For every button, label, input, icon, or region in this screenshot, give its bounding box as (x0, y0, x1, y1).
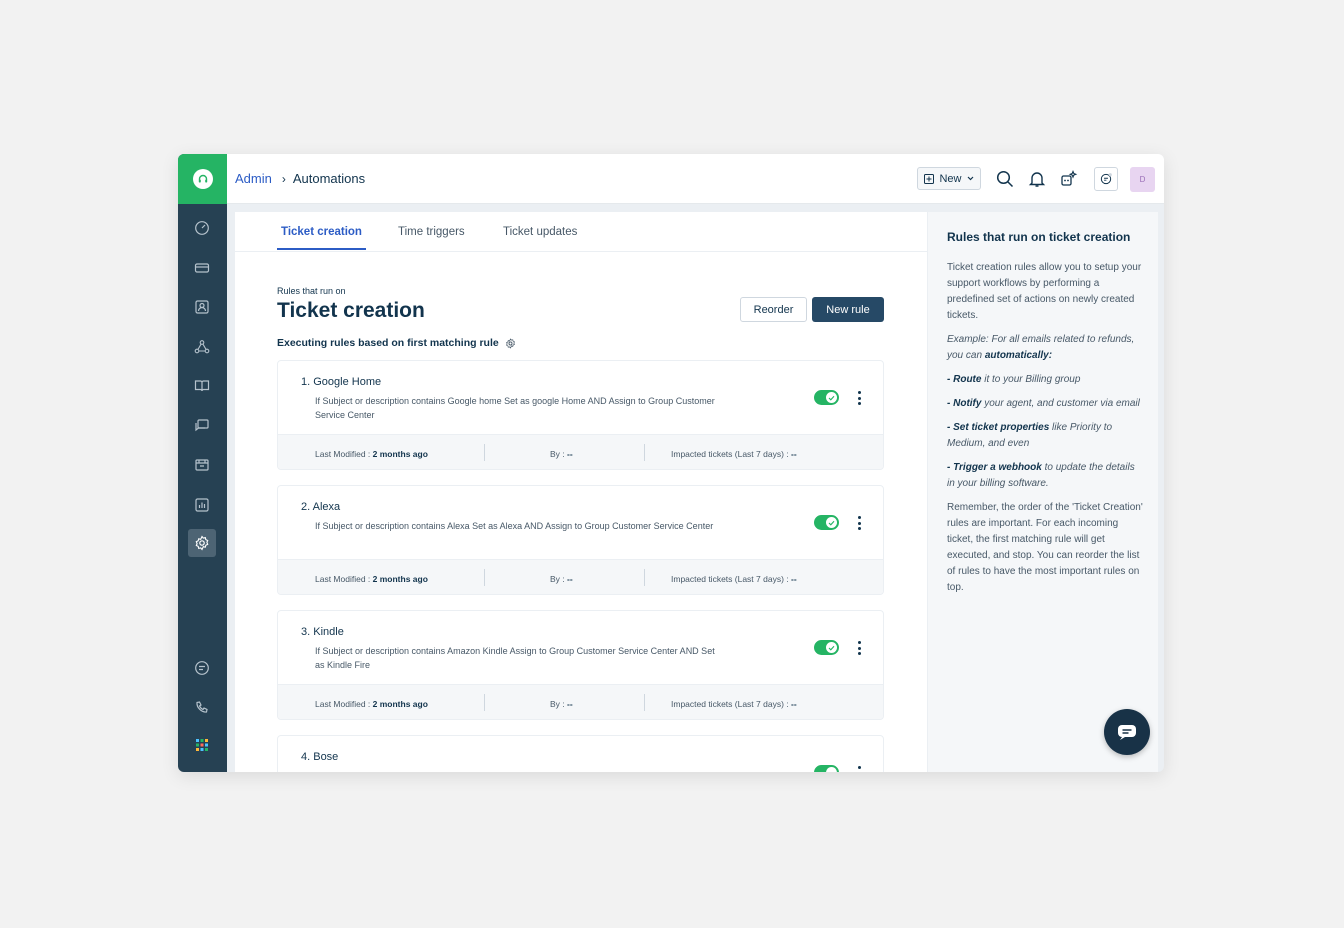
apps-grid-icon[interactable] (188, 731, 216, 759)
help-intro: Ticket creation rules allow you to setup… (947, 262, 1142, 321)
new-rule-button[interactable]: New rule (812, 297, 884, 322)
rule-title[interactable]: 2. Alexa (301, 501, 340, 513)
tab-bar: Ticket creation Time triggers Ticket upd… (235, 212, 927, 252)
tab-ticket-creation[interactable]: Ticket creation (277, 226, 366, 250)
assets-icon[interactable] (188, 451, 216, 479)
new-button-label: New (939, 172, 962, 185)
page-subtitle: Rules that run on (277, 286, 346, 296)
rule-title[interactable]: 1. Google Home (301, 376, 381, 388)
app-logo[interactable] (178, 154, 227, 204)
headset-icon (192, 169, 213, 189)
rule-footer: Last Modified : 2 months ago By : -- Imp… (278, 559, 883, 594)
rule-enabled-toggle[interactable] (814, 390, 839, 405)
impacted-tickets: Impacted tickets (Last 7 days) : -- (671, 449, 797, 459)
reorder-button[interactable]: Reorder (740, 297, 807, 322)
last-modified: Last Modified : 2 months ago (315, 574, 428, 584)
knowledge-base-icon[interactable] (188, 372, 216, 400)
execution-mode-label: Executing rules based on first matching … (277, 337, 516, 349)
breadcrumb-admin-link[interactable]: Admin (235, 171, 272, 186)
ai-sparkle-icon[interactable] (1058, 168, 1080, 190)
help-example: Example: For all emails related to refun… (947, 334, 1135, 361)
help-panel-body: Ticket creation rules allow you to setup… (947, 260, 1143, 604)
plus-box-icon (924, 173, 935, 184)
sidebar (178, 154, 227, 772)
check-icon (826, 517, 837, 528)
help-panel: Rules that run on ticket creation Ticket… (927, 212, 1158, 772)
rule-card[interactable]: 4. Bose (277, 735, 884, 772)
rule-card[interactable]: 3. Kindle If Subject or description cont… (277, 610, 884, 720)
chat-widget-button[interactable] (1104, 709, 1150, 755)
help-panel-title: Rules that run on ticket creation (947, 230, 1131, 244)
check-icon (826, 392, 837, 403)
modified-by: By : -- (550, 574, 573, 584)
tickets-icon[interactable] (188, 254, 216, 282)
groups-icon[interactable] (188, 333, 216, 361)
last-modified: Last Modified : 2 months ago (315, 699, 428, 709)
conversations-icon[interactable] (188, 412, 216, 440)
modified-by: By : -- (550, 449, 573, 459)
breadcrumb-current: Automations (292, 171, 366, 186)
help-item-webhook: - Trigger a webhook to update the detail… (947, 462, 1135, 489)
search-icon[interactable] (994, 168, 1016, 190)
rule-footer: Last Modified : 2 months ago By : -- Imp… (278, 434, 883, 469)
breadcrumb: Admin › Automations (235, 171, 365, 186)
team-chat-icon[interactable] (188, 654, 216, 682)
rule-enabled-toggle[interactable] (814, 765, 839, 772)
help-item-route: - Route it to your Billing group (947, 374, 1081, 385)
impacted-tickets: Impacted tickets (Last 7 days) : -- (671, 699, 797, 709)
rule-footer: Last Modified : 2 months ago By : -- Imp… (278, 684, 883, 719)
notification-bell-icon[interactable] (1026, 168, 1048, 190)
help-item-notify: - Notify your agent, and customer via em… (947, 398, 1140, 409)
dashboard-icon[interactable] (188, 214, 216, 242)
chat-bubble-icon (1118, 725, 1136, 740)
check-icon (826, 642, 837, 653)
main-content: Ticket creation Time triggers Ticket upd… (235, 212, 927, 772)
rule-enabled-toggle[interactable] (814, 640, 839, 655)
rule-description: If Subject or description contains Amazo… (315, 646, 715, 670)
admin-settings-icon[interactable] (188, 529, 216, 557)
more-options-icon[interactable] (854, 390, 864, 406)
breadcrumb-separator: › (281, 171, 286, 186)
tab-ticket-updates[interactable]: Ticket updates (503, 226, 577, 248)
chevron-down-icon (967, 176, 973, 181)
contacts-icon[interactable] (188, 293, 216, 321)
rule-description: If Subject or description contains Googl… (315, 396, 715, 420)
modified-by: By : -- (550, 699, 573, 709)
execution-mode-text: Executing rules based on first matching … (277, 337, 499, 349)
help-closing: Remember, the order of the 'Ticket Creat… (947, 502, 1143, 593)
tab-time-triggers[interactable]: Time triggers (398, 226, 465, 248)
settings-gear-icon[interactable] (505, 337, 516, 349)
rule-card[interactable]: 2. Alexa If Subject or description conta… (277, 485, 884, 595)
check-icon (826, 767, 837, 772)
last-modified: Last Modified : 2 months ago (315, 449, 428, 459)
more-options-icon[interactable] (854, 765, 864, 772)
page-title: Ticket creation (277, 299, 425, 322)
rule-title[interactable]: 3. Kindle (301, 626, 344, 638)
rule-enabled-toggle[interactable] (814, 515, 839, 530)
more-options-icon[interactable] (854, 640, 864, 656)
reports-icon[interactable] (188, 491, 216, 519)
rule-description: If Subject or description contains Alexa… (315, 521, 714, 531)
app-window: Admin › Automations New D Ticket creatio… (178, 154, 1164, 772)
chat-status-icon[interactable] (1094, 167, 1118, 191)
phone-icon[interactable] (188, 694, 216, 722)
user-avatar[interactable]: D (1130, 167, 1155, 192)
rule-title[interactable]: 4. Bose (301, 751, 338, 763)
rule-card[interactable]: 1. Google Home If Subject or description… (277, 360, 884, 470)
help-item-properties: - Set ticket properties like Priority to… (947, 422, 1113, 449)
top-bar: Admin › Automations New D (227, 154, 1164, 204)
more-options-icon[interactable] (854, 515, 864, 531)
new-button[interactable]: New (917, 167, 981, 190)
impacted-tickets: Impacted tickets (Last 7 days) : -- (671, 574, 797, 584)
